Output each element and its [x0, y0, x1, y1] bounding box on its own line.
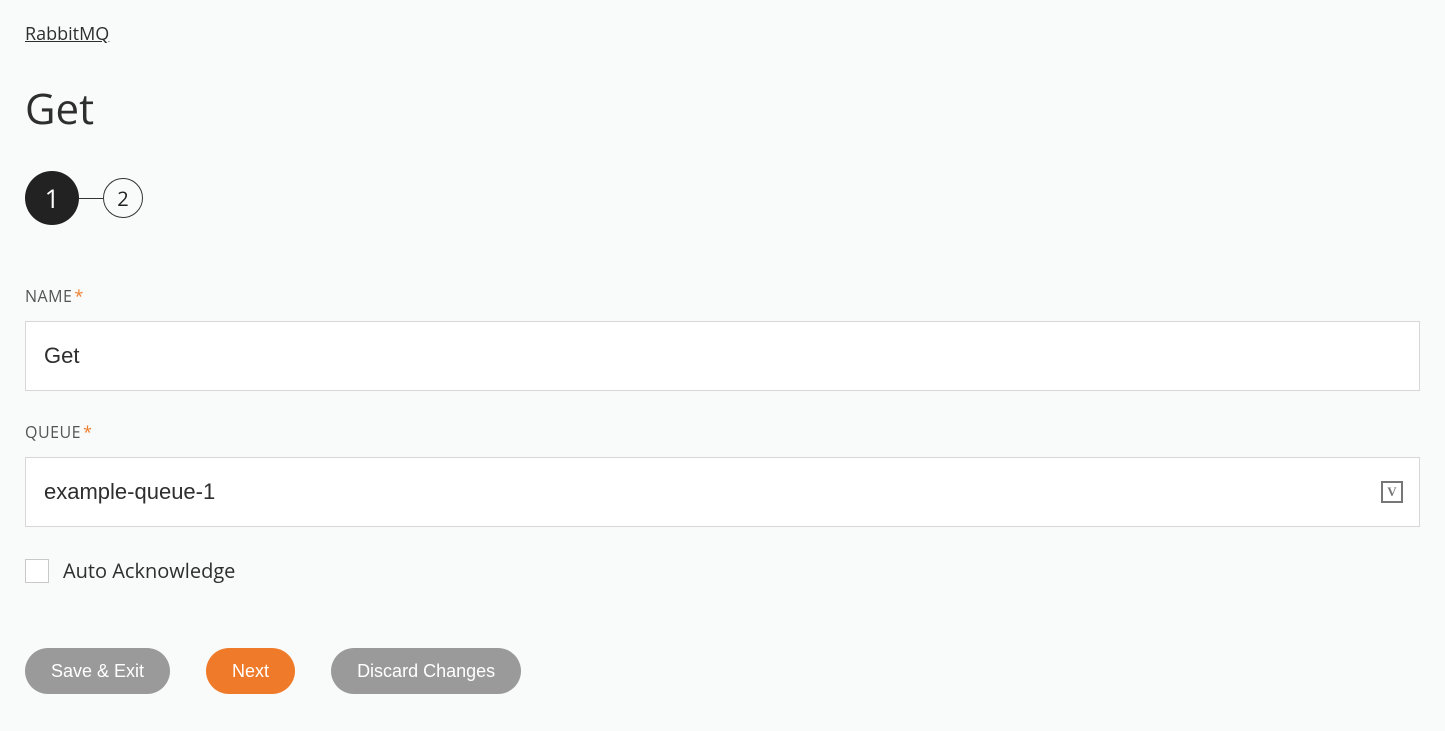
page-title: Get [25, 80, 1420, 137]
step-1[interactable]: 1 [25, 171, 79, 225]
variable-picker-button[interactable]: V [1380, 480, 1404, 504]
queue-label-text: QUEUE [25, 421, 81, 443]
name-label-text: NAME [25, 285, 72, 307]
queue-input[interactable] [25, 457, 1420, 527]
step-2[interactable]: 2 [103, 178, 143, 218]
next-button[interactable]: Next [206, 648, 295, 694]
variable-icon: V [1381, 481, 1403, 503]
breadcrumb-rabbitmq[interactable]: RabbitMQ [25, 22, 109, 46]
save-exit-button[interactable]: Save & Exit [25, 648, 170, 694]
auto-ack-label: Auto Acknowledge [63, 557, 235, 584]
auto-ack-checkbox-row[interactable]: Auto Acknowledge [25, 557, 1420, 584]
stepper: 1 2 [25, 171, 1420, 225]
queue-label: QUEUE* [25, 421, 1420, 443]
required-marker: * [83, 421, 92, 443]
auto-ack-checkbox[interactable] [25, 559, 49, 583]
step-connector [79, 198, 103, 199]
name-label: NAME* [25, 285, 1420, 307]
required-marker: * [74, 285, 83, 307]
name-input[interactable] [25, 321, 1420, 391]
discard-button[interactable]: Discard Changes [331, 648, 521, 694]
